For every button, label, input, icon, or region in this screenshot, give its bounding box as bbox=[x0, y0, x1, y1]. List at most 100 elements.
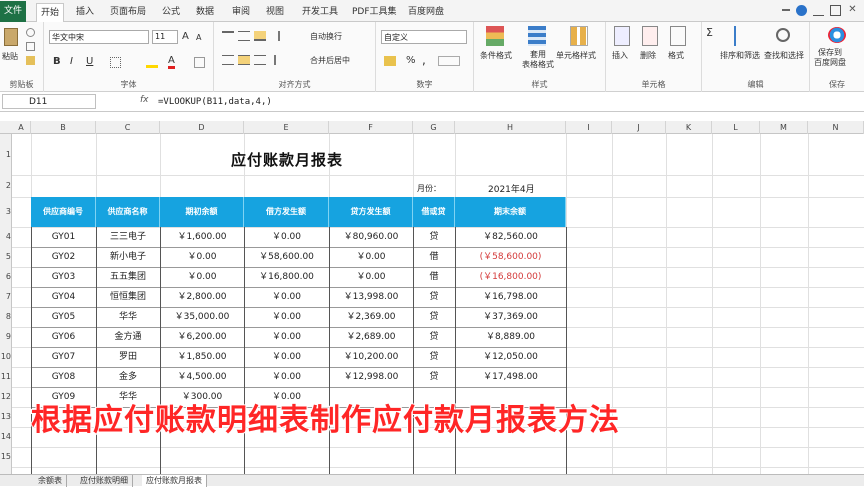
merge-center-button[interactable]: 合并后居中 bbox=[310, 55, 350, 66]
tab-data[interactable]: 数据 bbox=[196, 3, 214, 22]
wrap-text-button[interactable]: 自动换行 bbox=[310, 31, 342, 42]
table-cell-dc[interactable]: 贷 bbox=[413, 367, 455, 387]
baidu-cloud-icon[interactable] bbox=[828, 27, 846, 43]
table-cell-dc[interactable]: 贷 bbox=[413, 307, 455, 327]
table-cell-id[interactable]: GY03 bbox=[31, 267, 96, 287]
window-restore-icon[interactable] bbox=[830, 5, 841, 16]
table-cell-credit[interactable]: ￥2,689.00 bbox=[329, 327, 413, 347]
copy-icon[interactable] bbox=[26, 42, 35, 51]
column-header[interactable]: F bbox=[329, 121, 413, 134]
table-cell-name[interactable]: 三三电子 bbox=[96, 227, 160, 247]
row-header[interactable]: 9 bbox=[0, 332, 12, 341]
orientation-icon[interactable] bbox=[278, 31, 289, 41]
table-cell-open[interactable]: ￥4,500.00 bbox=[160, 367, 244, 387]
format-cells-button[interactable]: 格式 bbox=[668, 50, 684, 61]
table-cell-name[interactable]: 恒恒集团 bbox=[96, 287, 160, 307]
table-cell-name[interactable]: 华华 bbox=[96, 307, 160, 327]
conditional-format-icon[interactable] bbox=[486, 26, 504, 46]
row-header[interactable]: 15 bbox=[0, 452, 12, 461]
column-header[interactable]: D bbox=[160, 121, 244, 134]
align-right-icon[interactable] bbox=[254, 55, 266, 65]
save-to-baidu-button[interactable]: 保存到 百度网盘 bbox=[814, 48, 846, 68]
table-cell-credit[interactable]: ￥2,369.00 bbox=[329, 307, 413, 327]
table-header-cell[interactable]: 供应商名称 bbox=[96, 197, 160, 227]
align-center-icon[interactable] bbox=[238, 55, 250, 65]
tab-insert[interactable]: 插入 bbox=[76, 3, 94, 22]
format-cells-icon[interactable] bbox=[670, 26, 686, 46]
percent-button[interactable]: % bbox=[406, 55, 416, 66]
table-cell-close[interactable]: (￥58,600.00) bbox=[455, 247, 566, 267]
tab-view[interactable]: 视图 bbox=[266, 3, 284, 22]
currency-icon[interactable] bbox=[384, 56, 396, 66]
font-color-button[interactable]: A bbox=[168, 55, 175, 69]
tab-baidu-pan[interactable]: 百度网盘 bbox=[408, 3, 444, 22]
column-header[interactable]: J bbox=[612, 121, 666, 134]
table-cell-credit[interactable]: ￥80,960.00 bbox=[329, 227, 413, 247]
table-cell-id[interactable]: GY08 bbox=[31, 367, 96, 387]
comma-button[interactable]: , bbox=[422, 53, 426, 67]
table-cell-id[interactable]: GY05 bbox=[31, 307, 96, 327]
row-header[interactable]: 13 bbox=[0, 412, 12, 421]
table-cell-open[interactable]: ￥1,600.00 bbox=[160, 227, 244, 247]
table-cell-name[interactable]: 金方通 bbox=[96, 327, 160, 347]
table-cell-dc[interactable]: 借 bbox=[413, 247, 455, 267]
phonetic-icon[interactable] bbox=[194, 57, 205, 68]
column-header[interactable]: K bbox=[666, 121, 712, 134]
insert-cells-button[interactable]: 插入 bbox=[612, 50, 628, 61]
row-header[interactable]: 2 bbox=[0, 181, 12, 190]
column-header[interactable]: A bbox=[12, 121, 31, 134]
insert-cells-icon[interactable] bbox=[614, 26, 630, 46]
table-cell-debit[interactable]: ￥0.00 bbox=[244, 367, 329, 387]
table-cell-credit[interactable]: ￥0.00 bbox=[329, 267, 413, 287]
decimal-icon[interactable] bbox=[438, 56, 460, 66]
table-cell-id[interactable]: GY07 bbox=[31, 347, 96, 367]
table-cell-name[interactable]: 新小电子 bbox=[96, 247, 160, 267]
table-cell-close[interactable]: ￥82,560.00 bbox=[455, 227, 566, 247]
sheet-tab-monthly-report[interactable]: 应付账款月报表 bbox=[142, 475, 207, 487]
file-tab[interactable]: 文件 bbox=[0, 1, 26, 22]
cell-styles-button[interactable]: 单元格样式 bbox=[556, 50, 596, 61]
table-cell-dc[interactable]: 借 bbox=[413, 267, 455, 287]
table-cell-debit[interactable]: ￥0.00 bbox=[244, 287, 329, 307]
formula-input[interactable]: =VLOOKUP(B11,data,4,) bbox=[158, 95, 272, 109]
column-header[interactable]: C bbox=[96, 121, 160, 134]
format-painter-icon[interactable] bbox=[26, 56, 35, 65]
fx-icon[interactable]: fx bbox=[140, 95, 149, 105]
table-cell-id[interactable]: GY02 bbox=[31, 247, 96, 267]
row-header[interactable]: 1 bbox=[0, 150, 12, 159]
month-value[interactable]: 2021年4月 bbox=[488, 182, 535, 195]
cell-styles-icon[interactable] bbox=[570, 26, 588, 46]
format-table-icon[interactable] bbox=[528, 26, 546, 46]
grow-font-button[interactable]: A bbox=[182, 31, 189, 42]
table-cell-dc[interactable]: 贷 bbox=[413, 227, 455, 247]
sheet-tab-payables-detail[interactable]: 应付账款明细 bbox=[76, 475, 133, 487]
table-cell-debit[interactable]: ￥58,600.00 bbox=[244, 247, 329, 267]
table-cell-id[interactable]: GY01 bbox=[31, 227, 96, 247]
table-header-cell[interactable]: 期初余额 bbox=[160, 197, 244, 227]
row-header[interactable]: 4 bbox=[0, 232, 12, 241]
align-middle-icon[interactable] bbox=[238, 31, 250, 41]
table-cell-credit[interactable]: ￥0.00 bbox=[329, 247, 413, 267]
table-cell-debit[interactable]: ￥16,800.00 bbox=[244, 267, 329, 287]
table-cell-close[interactable]: ￥16,798.00 bbox=[455, 287, 566, 307]
delete-cells-button[interactable]: 删除 bbox=[640, 50, 656, 61]
table-cell-open[interactable]: ￥6,200.00 bbox=[160, 327, 244, 347]
table-cell-debit[interactable]: ￥0.00 bbox=[244, 307, 329, 327]
format-as-table-button[interactable]: 套用 表格格式 bbox=[522, 50, 554, 70]
table-header-cell[interactable]: 供应商编号 bbox=[31, 197, 96, 227]
table-cell-open[interactable]: ￥0.00 bbox=[160, 247, 244, 267]
close-icon[interactable]: ✕ bbox=[847, 5, 858, 16]
sort-filter-button[interactable]: 排序和筛选 bbox=[720, 50, 760, 61]
table-cell-name[interactable]: 金多 bbox=[96, 367, 160, 387]
row-header[interactable]: 14 bbox=[0, 432, 12, 441]
align-top-icon[interactable] bbox=[222, 31, 234, 41]
row-header[interactable]: 11 bbox=[0, 372, 12, 381]
help-icon[interactable] bbox=[796, 5, 807, 16]
minimize-ribbon-icon[interactable] bbox=[782, 9, 790, 15]
shrink-font-button[interactable]: A bbox=[196, 33, 201, 42]
column-header[interactable]: G bbox=[413, 121, 455, 134]
find-select-button[interactable]: 查找和选择 bbox=[764, 50, 804, 61]
paste-icon[interactable] bbox=[4, 28, 18, 46]
table-cell-close[interactable]: ￥17,498.00 bbox=[455, 367, 566, 387]
sheet-tab-balance[interactable]: 余额表 bbox=[34, 475, 67, 487]
